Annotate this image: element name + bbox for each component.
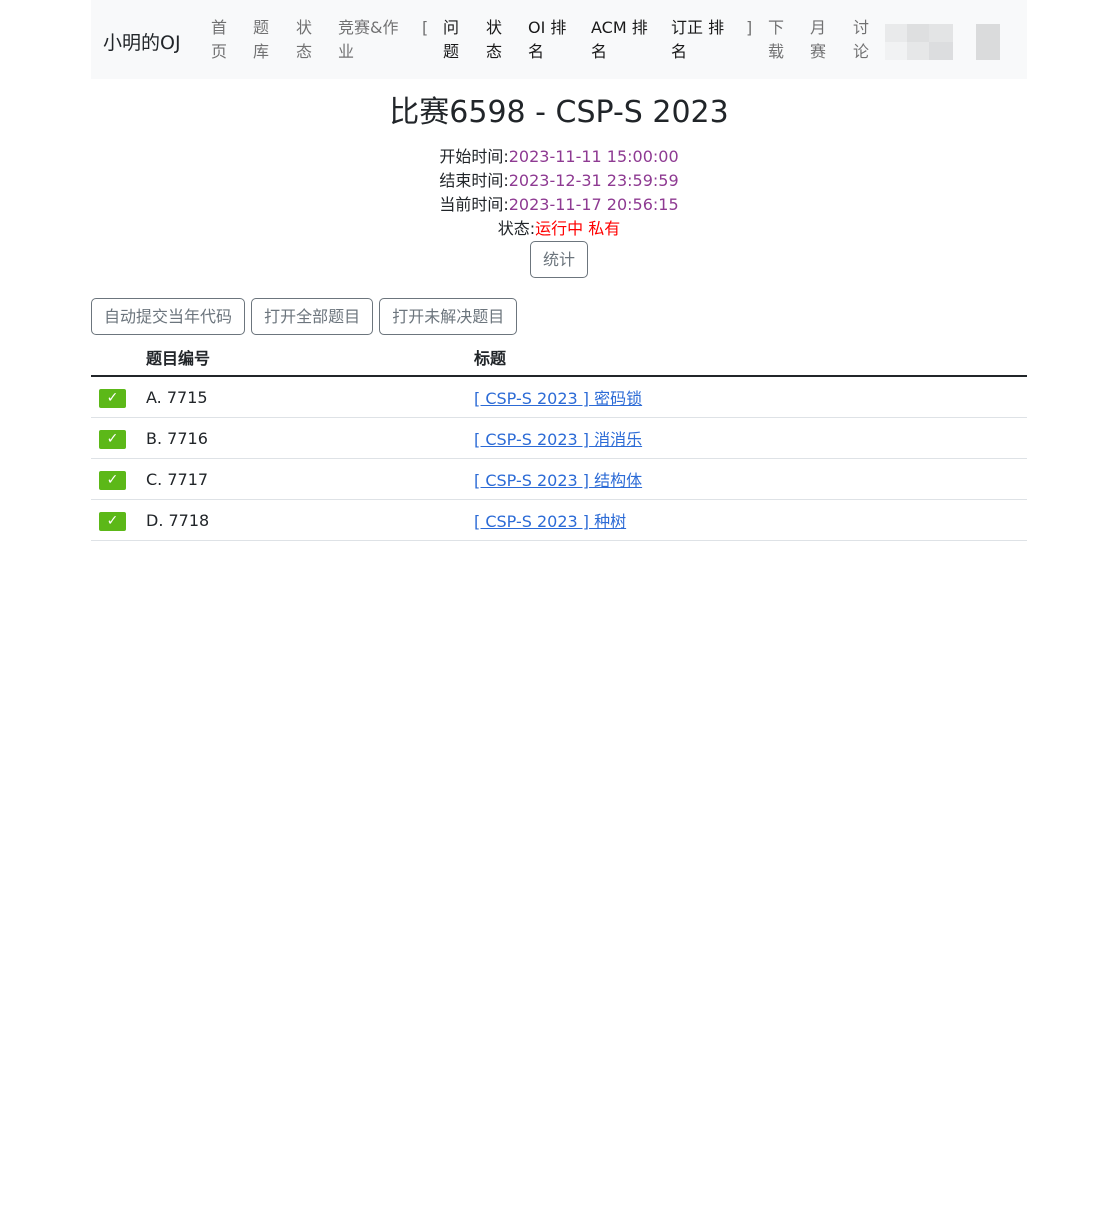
user-avatar-blurred[interactable] (885, 24, 953, 60)
table-row: ✓ A. 7715 [ CSP-S 2023 ] 密码锁 (91, 376, 1027, 418)
table-row: ✓ C. 7717 [ CSP-S 2023 ] 结构体 (91, 458, 1027, 500)
statistics-button[interactable]: 统计 (529, 241, 588, 278)
problem-table: 题目编号 标题 ✓ A. 7715 [ CSP-S 2023 ] 密码锁 ✓ B… (91, 339, 1027, 541)
solved-check-icon: ✓ (99, 388, 126, 408)
nav-contest-problems-label-2: 题 (443, 42, 460, 61)
action-button-row: 自动提交当年代码 打开全部题目 打开未解决题目 (91, 298, 1027, 335)
nav-correction-rank-label-2: 名 (671, 42, 688, 61)
problem-id: D. 7718 (146, 499, 474, 541)
nav-correction-rank[interactable]: 订正 排 名 (671, 16, 724, 64)
nav-home-label-2: 页 (211, 42, 228, 61)
current-time-value: 2023-11-17 20:56:15 (508, 195, 679, 214)
pixel-block (907, 42, 929, 60)
nav-contest-label-1: 竞赛&作 (338, 18, 399, 37)
start-time-label: 开始时间: (439, 147, 509, 166)
nav-problemset[interactable]: 题 库 (253, 16, 269, 64)
solved-check-icon: ✓ (99, 470, 126, 490)
nav-discuss-label-1: 讨 (853, 18, 870, 37)
nav-contest-problems-label-1: 问 (443, 18, 460, 37)
nav-discuss[interactable]: 讨 论 (853, 16, 869, 64)
nav-discuss-label-2: 论 (853, 42, 870, 61)
nav-home[interactable]: 首 页 (211, 16, 227, 64)
current-time-label: 当前时间: (439, 195, 509, 214)
nav-acm-rank-label-2: 名 (591, 42, 608, 61)
pixel-block (885, 42, 907, 60)
contest-title: 比赛6598 - CSP-S 2023 (389, 95, 729, 130)
problem-id: B. 7716 (146, 417, 474, 459)
nav-oi-rank-label-2: 名 (528, 42, 545, 61)
nav-contest-status-label-1: 状 (486, 18, 503, 37)
end-time-value: 2023-12-31 23:59:59 (508, 171, 679, 190)
start-time-row: 开始时间:2023-11-11 15:00:00 (91, 145, 1027, 169)
problem-title-link[interactable]: [ CSP-S 2023 ] 结构体 (474, 471, 642, 490)
nav-download[interactable]: 下 载 (768, 16, 784, 64)
nav-monthly-label-1: 月 (810, 18, 827, 37)
nav-contest[interactable]: 竞赛&作 业 (338, 16, 398, 64)
table-row: ✓ B. 7716 [ CSP-S 2023 ] 消消乐 (91, 417, 1027, 459)
nav-correction-rank-label-1: 订正 排 (671, 18, 725, 37)
open-all-problems-button[interactable]: 打开全部题目 (251, 298, 374, 335)
nav-contest-status-label-2: 态 (486, 42, 503, 61)
nav-bracket-open: [ (422, 18, 429, 37)
nav-contest-status[interactable]: 状 态 (486, 16, 502, 64)
status-row: 状态:运行中 私有 (91, 217, 1027, 241)
nav-problemset-label-2: 库 (253, 42, 270, 61)
nav-acm-rank[interactable]: ACM 排 名 (591, 16, 648, 64)
nav-acm-rank-label-1: ACM 排 (591, 18, 648, 37)
problem-title-link[interactable]: [ CSP-S 2023 ] 密码锁 (474, 389, 642, 408)
nav-status-label-2: 态 (296, 42, 313, 61)
nav-monthly[interactable]: 月 赛 (810, 16, 826, 64)
nav-bracket-close: ] (746, 18, 753, 37)
nav-monthly-label-2: 赛 (810, 42, 827, 61)
nav-oi-rank[interactable]: OI 排 名 (528, 16, 566, 64)
solved-check-icon: ✓ (99, 429, 126, 449)
nav-status[interactable]: 状 态 (296, 16, 312, 64)
nav-download-label-2: 载 (768, 42, 785, 61)
top-navbar: 小明的OJ 首 页 题 库 状 态 竞赛&作 业 [ 问 题 状 态 OI 排 … (91, 0, 1027, 79)
nav-problemset-label-1: 题 (253, 18, 270, 37)
status-value: 运行中 私有 (535, 219, 621, 238)
nav-status-label-1: 状 (296, 18, 313, 37)
pixel-block (907, 24, 929, 42)
header-status-cell (91, 339, 146, 377)
start-time-value: 2023-11-11 15:00:00 (508, 147, 679, 166)
open-unsolved-problems-button[interactable]: 打开未解决题目 (379, 298, 518, 335)
problem-title-link[interactable]: [ CSP-S 2023 ] 消消乐 (474, 430, 642, 449)
status-label: 状态: (497, 219, 536, 238)
brand-link[interactable]: 小明的OJ (103, 28, 181, 55)
current-time-row: 当前时间:2023-11-17 20:56:15 (91, 193, 1027, 217)
pixel-block (929, 42, 953, 60)
user-menu-blurred[interactable] (976, 24, 1000, 60)
nav-oi-rank-label-1: OI 排 (528, 18, 567, 37)
nav-home-label-1: 首 (211, 18, 228, 37)
table-header-row: 题目编号 标题 (91, 339, 1027, 377)
table-row: ✓ D. 7718 [ CSP-S 2023 ] 种树 (91, 499, 1027, 541)
header-title: 标题 (474, 339, 1027, 377)
header-problem-id: 题目编号 (146, 339, 474, 377)
problem-id: C. 7717 (146, 458, 474, 500)
nav-contest-label-2: 业 (338, 42, 355, 61)
auto-submit-button[interactable]: 自动提交当年代码 (91, 298, 246, 335)
problem-id: A. 7715 (146, 376, 474, 418)
pixel-block (929, 24, 953, 42)
nav-contest-problems[interactable]: 问 题 (443, 16, 459, 64)
pixel-block (885, 24, 907, 42)
solved-check-icon: ✓ (99, 511, 126, 531)
nav-download-label-1: 下 (768, 18, 785, 37)
end-time-label: 结束时间: (439, 171, 509, 190)
end-time-row: 结束时间:2023-12-31 23:59:59 (91, 169, 1027, 193)
problem-title-link[interactable]: [ CSP-S 2023 ] 种树 (474, 512, 626, 531)
